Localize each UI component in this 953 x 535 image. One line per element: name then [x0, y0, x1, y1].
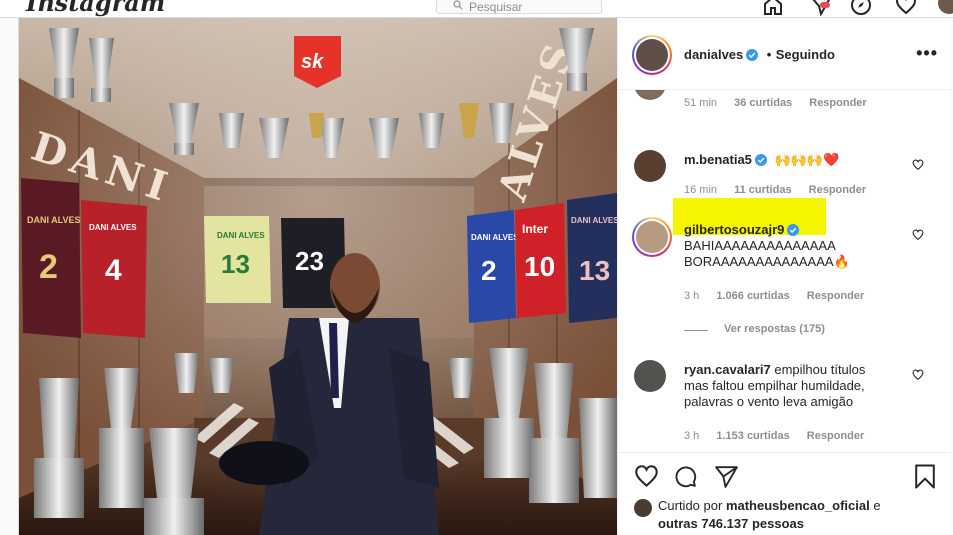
jersey-2-name: DANI ALVES	[89, 223, 137, 232]
jersey-4-number: 23	[295, 246, 324, 276]
liked-by: Curtido por matheusbencao_oficial e outr…	[634, 497, 881, 533]
author-line: danialves • Seguindo	[684, 46, 835, 64]
comment-text: m.benatia5 🙌🙌🙌❤️	[684, 152, 839, 168]
comment-meta: 3 h 1.153 curtidas Responder	[684, 430, 864, 442]
jersey-5-number: 2	[481, 255, 497, 286]
brand-badge: sk	[301, 51, 324, 73]
jersey-3-name: DANI ALVES	[217, 231, 265, 240]
comment-avatar[interactable]	[634, 360, 666, 392]
comment-likes[interactable]: 36 curtidas	[734, 97, 792, 109]
jersey-1-number: 2	[39, 248, 58, 286]
liked-by-others[interactable]: outras 746.137 pessoas	[634, 515, 881, 533]
replies-divider	[684, 330, 708, 331]
comment-avatar[interactable]	[634, 90, 666, 100]
top-nav-bar: Instagram Pesquisar	[0, 0, 953, 18]
comment-content: 🙌🙌🙌❤️	[774, 152, 840, 167]
profile-avatar[interactable]	[938, 0, 953, 14]
comment-content-line: mas faltou empilhar humildade,	[684, 378, 865, 393]
separator-dot: •	[766, 47, 772, 62]
comment-time[interactable]: 3 h	[684, 290, 699, 302]
comment-content-line: palavras o vento leva amigão	[684, 394, 854, 409]
comment-text: gilbertosouzajr9 BAHIAAAAAAAAAAAAAA BORA…	[684, 222, 850, 270]
comment-username[interactable]: ryan.cavalari7	[684, 362, 771, 377]
jersey-5-name: DANI ALVES	[471, 233, 519, 242]
comment-username[interactable]: m.benatia5	[684, 152, 752, 167]
comment-like-heart-icon[interactable]	[912, 369, 924, 381]
comment-meta: 3 h 1.066 curtidas Responder	[684, 290, 864, 302]
comment-content-line: BAHIAAAAAAAAAAAAAA	[684, 238, 836, 253]
liker-avatar[interactable]	[634, 499, 652, 517]
comment-reply-button[interactable]: Responder	[807, 290, 864, 302]
comment-like-heart-icon[interactable]	[912, 229, 924, 241]
comment-reply-button[interactable]: Responder	[807, 430, 864, 442]
post-modal: DANI ALVES sk DANI ALVES 2 DANI ALVES 4 …	[18, 18, 952, 535]
post-photo-illustration: DANI ALVES sk DANI ALVES 2 DANI ALVES 4 …	[19, 18, 617, 535]
comment-likes[interactable]: 1.153 curtidas	[716, 430, 789, 442]
verified-badge-icon	[746, 49, 759, 61]
jersey-1-name: DANI ALVES	[27, 215, 81, 225]
liked-by-prefix: Curtido por	[658, 498, 723, 513]
share-direct-icon[interactable]	[714, 464, 739, 489]
comment-likes[interactable]: 11 curtidas	[734, 184, 791, 196]
comment-bubble-icon[interactable]	[673, 464, 698, 489]
liked-by-user[interactable]: matheusbencao_oficial	[726, 498, 870, 513]
comment-meta: 16 min 11 curtidas Responder	[684, 184, 866, 196]
view-replies-button[interactable]: Ver respostas (175)	[724, 323, 825, 335]
save-bookmark-icon[interactable]	[914, 463, 936, 490]
verified-badge-icon	[787, 224, 800, 236]
jersey-5: DANI ALVES 2	[467, 210, 519, 323]
comment-content-line: empilhou títulos	[774, 362, 866, 377]
explore-icon[interactable]	[850, 0, 872, 16]
jersey-6-name: Inter	[522, 222, 548, 236]
comment-avatar[interactable]	[632, 217, 672, 257]
more-options-button[interactable]: •••	[916, 43, 938, 64]
verified-badge-icon	[754, 154, 767, 166]
jersey-7: DANI ALVES 13	[567, 193, 617, 323]
post-side-panel: danialves • Seguindo ••• 51 min 36 curti…	[617, 18, 952, 535]
liked-by-conj: e	[873, 498, 881, 513]
search-placeholder: Pesquisar	[469, 0, 523, 14]
jersey-7-number: 13	[579, 255, 610, 286]
jersey-2: DANI ALVES 4	[81, 200, 147, 338]
comment-likes[interactable]: 1.066 curtidas	[716, 290, 789, 302]
comment-meta: 51 min 36 curtidas Responder	[684, 97, 867, 109]
jersey-3: DANI ALVES 13	[204, 216, 271, 303]
follow-status-button[interactable]: Seguindo	[776, 47, 835, 62]
comments-list: 51 min 36 curtidas Responder m.benatia5 …	[618, 90, 952, 452]
comment-avatar[interactable]	[634, 150, 666, 182]
comment-content-line: BORAAAAAAAAAAAAAA🔥	[684, 254, 850, 269]
comment-time[interactable]: 3 h	[684, 430, 699, 442]
jersey-1: DANI ALVES 2	[21, 178, 81, 338]
comment-text: ryan.cavalari7 empilhou títulos mas falt…	[684, 362, 914, 410]
comment-reply-button[interactable]: Responder	[809, 184, 866, 196]
like-heart-icon[interactable]	[634, 464, 659, 489]
post-actions: Curtido por matheusbencao_oficial e outr…	[618, 452, 952, 535]
home-icon[interactable]	[762, 0, 784, 16]
comment-reply-button[interactable]: Responder	[809, 97, 866, 109]
jersey-6: Inter 10	[515, 203, 566, 318]
comment-time[interactable]: 51 min	[684, 97, 717, 109]
activity-heart-icon[interactable]	[895, 0, 917, 16]
author-avatar[interactable]	[632, 35, 672, 75]
comment-time[interactable]: 16 min	[684, 184, 717, 196]
search-icon	[453, 0, 463, 10]
author-username[interactable]: danialves	[684, 47, 743, 62]
comment-like-heart-icon[interactable]	[912, 159, 924, 171]
instagram-logo[interactable]: Instagram	[26, 0, 165, 17]
comment-username[interactable]: gilbertosouzajr9	[684, 222, 784, 237]
jersey-7-name: DANI ALVES	[571, 216, 617, 225]
search-input[interactable]: Pesquisar	[436, 0, 602, 14]
jersey-2-number: 4	[105, 254, 122, 287]
post-photo[interactable]: DANI ALVES sk DANI ALVES 2 DANI ALVES 4 …	[19, 18, 617, 535]
post-header: danialves • Seguindo •••	[618, 18, 952, 90]
jersey-3-number: 13	[221, 249, 250, 279]
jersey-6-number: 10	[524, 251, 555, 282]
notification-dot	[820, 2, 830, 8]
